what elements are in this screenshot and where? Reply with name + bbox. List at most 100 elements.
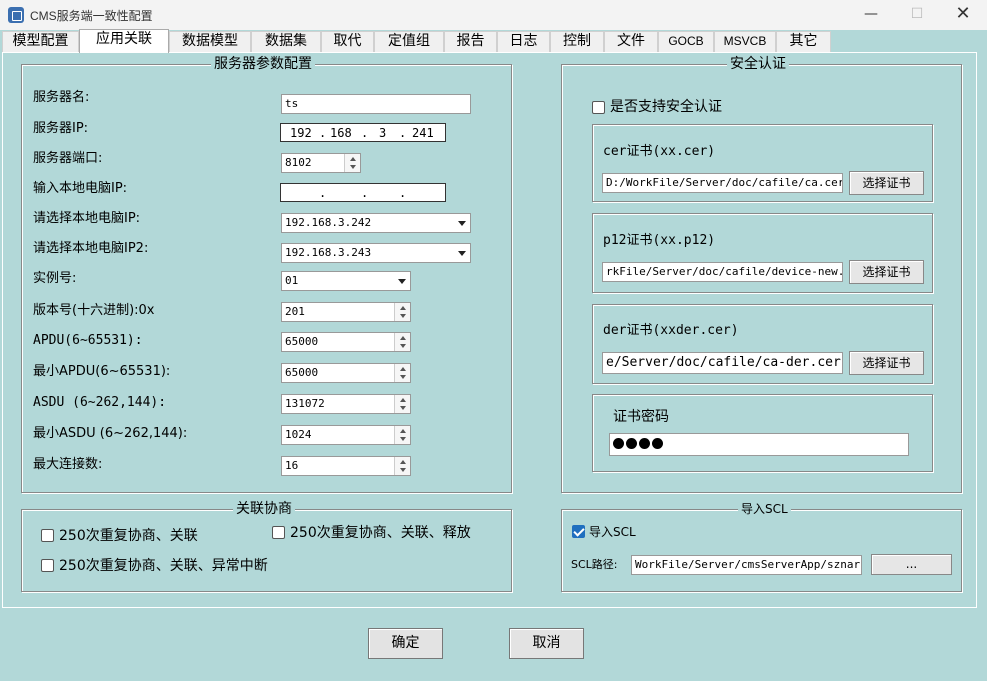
security-support-label: 是否支持安全认证 (610, 99, 722, 115)
server-params-group: 服务器参数配置 服务器名: ts 服务器IP: 192 . 168 . 3 . … (21, 56, 512, 493)
maximize-button[interactable]: ☐ (894, 0, 940, 30)
cancel-button[interactable]: 取消 (509, 628, 584, 659)
local-ip-input[interactable]: . . . (280, 183, 446, 202)
server-port-spin[interactable] (344, 154, 360, 172)
password-dot (639, 438, 650, 449)
max-conn-label: 最大连接数: (33, 457, 103, 472)
select-ip-combo[interactable]: 192.168.3.242 (281, 213, 471, 233)
select-ip-value: 192.168.3.242 (285, 216, 372, 229)
chevron-down-icon[interactable] (455, 214, 470, 232)
scl-path-label: SCL路径: (571, 558, 618, 571)
server-ip-octet-4: 241 (412, 126, 434, 140)
security-title: 安全认证 (727, 56, 789, 72)
association-opt3-label: 250次重复协商、关联、异常中断 (59, 558, 268, 574)
asdu-label: ASDU (6~262,144): (33, 395, 167, 410)
server-port-label: 服务器端口: (33, 151, 103, 166)
security-support-checkbox[interactable] (592, 101, 605, 114)
apdu-label: APDU(6~65531): (33, 333, 143, 348)
tab-dataset[interactable]: 数据集 (251, 31, 321, 52)
max-conn-value: 16 (285, 459, 299, 472)
min-asdu-spin[interactable] (394, 426, 410, 444)
der-path-input[interactable]: e/Server/doc/cafile/ca-der.cer (602, 352, 843, 374)
server-ip-octet-3: 3 (379, 126, 387, 140)
select-ip2-combo[interactable]: 192.168.3.243 (281, 243, 471, 263)
select-ip2-label: 请选择本地电脑IP2: (33, 241, 149, 256)
security-group: 安全认证 是否支持安全认证 cer证书(xx.cer) D:/WorkFile/… (561, 56, 962, 493)
tab-model-config[interactable]: 模型配置 (2, 31, 79, 52)
close-button[interactable]: ✕ (940, 0, 986, 30)
cer-label: cer证书(xx.cer) (603, 144, 716, 159)
tab-app-association[interactable]: 应用关联 (79, 29, 169, 53)
tab-data-model[interactable]: 数据模型 (169, 31, 251, 52)
min-apdu-spin[interactable] (394, 364, 410, 382)
tab-substitute[interactable]: 取代 (321, 31, 374, 52)
version-stepper[interactable]: 201 (281, 302, 411, 322)
p12-label: p12证书(xx.p12) (603, 233, 716, 248)
select-ip2-value: 192.168.3.243 (285, 246, 372, 259)
apdu-spin[interactable] (394, 333, 410, 351)
max-conn-stepper[interactable]: 16 (281, 456, 411, 476)
server-port-value: 8102 (285, 156, 312, 169)
tab-report[interactable]: 报告 (444, 31, 497, 52)
cer-group: cer证书(xx.cer) D:/WorkFile/Server/doc/caf… (592, 124, 933, 202)
server-name-input[interactable]: ts (281, 94, 471, 114)
password-dot (613, 438, 624, 449)
scl-import-label: 导入SCL (589, 525, 636, 539)
asdu-value: 131072 (285, 397, 325, 410)
select-cer-button[interactable]: 选择证书 (849, 171, 924, 195)
tab-other[interactable]: 其它 (776, 31, 831, 52)
server-ip-octet-2: 168 (330, 126, 352, 140)
association-group: 关联协商 250次重复协商、关联 250次重复协商、关联、释放 250次重复协商… (21, 501, 512, 592)
p12-path-input[interactable]: rkFile/Server/doc/cafile/device-new.p12 (602, 262, 843, 282)
tab-bar: 模型配置 应用关联 数据模型 数据集 取代 定值组 报告 日志 控制 文件 GO… (0, 29, 987, 53)
server-ip-input[interactable]: 192 . 168 . 3 . 241 (280, 123, 446, 142)
tab-setting-group[interactable]: 定值组 (374, 31, 444, 52)
tab-control[interactable]: 控制 (550, 31, 604, 52)
der-label: der证书(xxder.cer) (603, 323, 739, 338)
scl-group: 导入SCL 导入SCL SCL路径: WorkFile/Server/cmsSe… (561, 501, 962, 592)
server-name-label: 服务器名: (33, 90, 90, 105)
min-apdu-stepper[interactable]: 65000 (281, 363, 411, 383)
version-label: 版本号(十六进制):0x (33, 303, 155, 318)
cer-path-input[interactable]: D:/WorkFile/Server/doc/cafile/ca.cer (602, 173, 843, 193)
apdu-stepper[interactable]: 65000 (281, 332, 411, 352)
association-opt2-label: 250次重复协商、关联、释放 (290, 525, 471, 541)
minimize-button[interactable]: — (848, 0, 894, 30)
ok-button[interactable]: 确定 (368, 628, 443, 659)
chevron-down-icon[interactable] (395, 272, 410, 290)
select-der-button[interactable]: 选择证书 (849, 351, 924, 375)
chevron-down-icon[interactable] (455, 244, 470, 262)
scl-path-input[interactable]: WorkFile/Server/cmsServerApp/sznari.icd (631, 555, 862, 575)
scl-import-checkbox[interactable] (572, 525, 585, 538)
password-mask (613, 437, 665, 455)
local-ip-label: 输入本地电脑IP: (33, 181, 128, 196)
tab-file[interactable]: 文件 (604, 31, 658, 52)
instance-value: 01 (285, 274, 299, 287)
max-conn-spin[interactable] (394, 457, 410, 475)
select-p12-button[interactable]: 选择证书 (849, 260, 924, 284)
version-value: 201 (285, 305, 305, 318)
version-spin[interactable] (394, 303, 410, 321)
window-title: CMS服务端一致性配置 (30, 9, 153, 23)
password-input[interactable] (609, 433, 909, 456)
association-opt2-checkbox[interactable] (272, 526, 285, 539)
association-opt3-checkbox[interactable] (41, 559, 54, 572)
min-asdu-value: 1024 (285, 428, 312, 441)
min-asdu-stepper[interactable]: 1024 (281, 425, 411, 445)
select-ip-label: 请选择本地电脑IP: (33, 211, 141, 226)
scl-browse-button[interactable]: ... (871, 554, 952, 575)
tab-msvcb[interactable]: MSVCB (714, 31, 776, 52)
password-dot (652, 438, 663, 449)
association-opt1-checkbox[interactable] (41, 529, 54, 542)
min-apdu-label: 最小APDU(6~65531): (33, 364, 171, 379)
server-ip-label: 服务器IP: (33, 121, 89, 136)
app-icon (8, 7, 24, 23)
server-port-stepper[interactable]: 8102 (281, 153, 361, 173)
asdu-spin[interactable] (394, 395, 410, 413)
tab-gocb[interactable]: GOCB (658, 31, 714, 52)
instance-combo[interactable]: 01 (281, 271, 411, 291)
asdu-stepper[interactable]: 131072 (281, 394, 411, 414)
tab-log[interactable]: 日志 (497, 31, 550, 52)
server-ip-octet-1: 192 (290, 126, 312, 140)
password-label: 证书密码 (613, 409, 669, 425)
